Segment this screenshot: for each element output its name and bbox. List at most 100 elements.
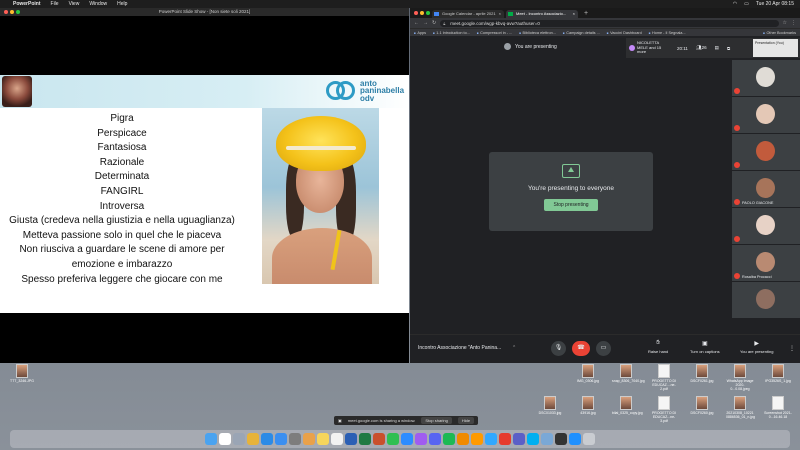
menu-view[interactable]: View	[69, 1, 80, 7]
app-store-dock-icon[interactable]	[569, 433, 581, 445]
participant-tile[interactable]	[732, 208, 800, 244]
meeting-details-chevron-icon[interactable]: ⌃	[512, 345, 516, 351]
participant-tile[interactable]	[732, 60, 800, 96]
desktop-file-icon[interactable]: IPG3526S_1.jpg	[764, 364, 792, 383]
bookmark-item[interactable]: Home - Il Segnala...	[649, 31, 686, 35]
photos-dock-icon[interactable]	[303, 433, 315, 445]
desktop-file-icon[interactable]: PROGETTO DI EDUCAZ...ne-3.pdf	[650, 396, 678, 423]
acrobat-dock-icon[interactable]	[499, 433, 511, 445]
finder-dock-icon[interactable]	[205, 433, 217, 445]
file-label: IMG_0306.jpg	[577, 379, 599, 383]
wifi-icon[interactable]: ◠	[733, 1, 737, 7]
reload-icon[interactable]: ↻	[432, 20, 436, 26]
hide-button[interactable]: Hide	[457, 417, 475, 424]
tab-meet[interactable]: Meet - Incontro Associazio... ×	[506, 10, 578, 18]
launchpad-dock-icon[interactable]	[233, 433, 245, 445]
discord-dock-icon[interactable]	[429, 433, 441, 445]
powerpoint-dock-icon[interactable]	[373, 433, 385, 445]
safari-dock-icon[interactable]	[261, 433, 273, 445]
maximize-window-icon[interactable]	[16, 10, 20, 14]
people-count[interactable]: 👥︎26	[696, 45, 707, 51]
people-summary[interactable]: NICOLETTA MELE and 15 more	[629, 41, 669, 55]
desktop-file-icon[interactable]: DSC01033.jpg	[536, 396, 564, 415]
desktop-file-icon[interactable]: IMG_0306.jpg	[574, 364, 602, 383]
skype-dock-icon[interactable]	[527, 433, 539, 445]
forward-icon[interactable]: →	[423, 20, 428, 26]
desktop-file-icon[interactable]: DSCF0260.jpg	[688, 396, 716, 415]
leave-call-button[interactable]: ☎︎	[572, 341, 590, 356]
bookmark-item[interactable]: Vaccini Dashboard	[607, 31, 642, 35]
desktop-file-icon[interactable]: 20210308_10221 0886536_01_n.jpg	[726, 396, 755, 419]
participant-tile[interactable]	[732, 134, 800, 170]
url-input[interactable]: 🔒︎ meet.google.com/wgp-kbvq-avw?authuser…	[440, 19, 779, 27]
desktop-file-icon[interactable]: bilal_0325_copy.jpg	[612, 396, 643, 415]
battery-icon[interactable]: ▭	[744, 1, 749, 7]
desktop-file-icon[interactable]: WhatsApp Image 2020-0...0.08.jpeg	[726, 364, 754, 391]
illustrator-dock-icon[interactable]	[471, 433, 483, 445]
calendar-dock-icon[interactable]	[219, 433, 231, 445]
tab-google-calendar[interactable]: Google Calendar - aprile 2021 ×	[432, 10, 504, 18]
menu-app-name[interactable]: PowerPoint	[13, 1, 41, 7]
menubar-clock[interactable]: Tue 20 Apr 08:15	[756, 1, 794, 7]
menu-help[interactable]: Help	[117, 1, 127, 7]
reminders-dock-icon[interactable]	[331, 433, 343, 445]
participant-tile[interactable]: PAOLO GIACONE	[732, 171, 800, 207]
terminal-dock-icon[interactable]	[555, 433, 567, 445]
participant-tile[interactable]	[732, 97, 800, 133]
bookmark-item[interactable]: Campaign details ...	[563, 31, 600, 35]
photoshop-dock-icon[interactable]	[485, 433, 497, 445]
stop-presenting-button[interactable]: Stop presenting	[544, 199, 598, 211]
menu-window[interactable]: Window	[89, 1, 107, 7]
captions-button[interactable]: ▣ Turn on captions	[690, 340, 720, 354]
system-prefs-dock-icon[interactable]	[289, 433, 301, 445]
menu-dots-icon[interactable]: ⋮	[791, 20, 796, 26]
close-window-icon[interactable]	[414, 11, 418, 15]
camera-button[interactable]: ▭	[596, 341, 611, 356]
minimize-window-icon[interactable]	[420, 11, 424, 15]
self-view-tile[interactable]: Presentation (You)	[753, 39, 798, 57]
word-dock-icon[interactable]	[345, 433, 357, 445]
close-tab-icon[interactable]: ×	[499, 10, 501, 18]
star-icon[interactable]: ☆	[783, 20, 787, 26]
teams-dock-icon[interactable]	[513, 433, 525, 445]
messenger-dock-icon[interactable]	[415, 433, 427, 445]
bookmark-item[interactable]: Compressori in - ...	[477, 31, 512, 35]
back-icon[interactable]: ←	[414, 20, 419, 26]
close-tab-icon[interactable]: ×	[573, 10, 575, 18]
participant-tile[interactable]	[732, 282, 800, 318]
whatsapp-dock-icon[interactable]	[387, 433, 399, 445]
bookmark-item[interactable]: Biblioteca elettron...	[519, 31, 556, 35]
minimize-window-icon[interactable]	[10, 10, 14, 14]
desktop-file-icon[interactable]: Screenshot 2021-0...16.46.18	[764, 396, 792, 419]
bookmark-item[interactable]: 1.1 Introduction to...	[433, 31, 470, 35]
chat-icon[interactable]: ▤	[715, 45, 719, 51]
desktop-file-icon[interactable]: DSCF0261.jpg	[688, 364, 716, 383]
notes-dock-icon[interactable]	[317, 433, 329, 445]
menu-file[interactable]: File	[51, 1, 59, 7]
preview-dock-icon[interactable]	[541, 433, 553, 445]
new-tab-button[interactable]: +	[580, 10, 592, 18]
spotify-like-dock-icon[interactable]	[443, 433, 455, 445]
maximize-window-icon[interactable]	[426, 11, 430, 15]
desktop-file-icon[interactable]: 43916.jpg	[574, 396, 602, 415]
participant-tile[interactable]: Rosalba Procacci	[732, 245, 800, 281]
you-are-presenting-button[interactable]: ▶︎ You are presenting	[740, 340, 773, 354]
more-options-icon[interactable]: ⋮	[789, 345, 795, 352]
microphone-button[interactable]: 🎙︎	[551, 341, 566, 356]
bookmark-item[interactable]: Apps	[414, 31, 426, 35]
activities-icon[interactable]: ⧉	[727, 46, 730, 51]
desktop-file-icon[interactable]: PROGETTO DI EDUCAZ....ne-2.pdf	[650, 364, 678, 391]
excel-dock-icon[interactable]	[359, 433, 371, 445]
bookmark-other[interactable]: Other Bookmarks	[763, 31, 796, 35]
mail-dock-icon[interactable]	[275, 433, 287, 445]
chrome-dock-icon[interactable]	[247, 433, 259, 445]
raise-hand-button[interactable]: ✋︎ Raise hand	[648, 340, 668, 354]
slide[interactable]: anto paninabella odv Pigra Perspicace Fa…	[0, 75, 409, 313]
close-window-icon[interactable]	[4, 10, 8, 14]
zoom-dock-icon[interactable]	[401, 433, 413, 445]
desktop-file-icon[interactable]: snap_8306_7040.jpg	[612, 364, 645, 383]
vlc-dock-icon[interactable]	[457, 433, 469, 445]
stop-sharing-button[interactable]: Stop sharing	[421, 417, 452, 424]
trash-dock-icon[interactable]	[583, 433, 595, 445]
desktop-file-icon[interactable]: TTT_3246.JPG	[8, 364, 36, 383]
